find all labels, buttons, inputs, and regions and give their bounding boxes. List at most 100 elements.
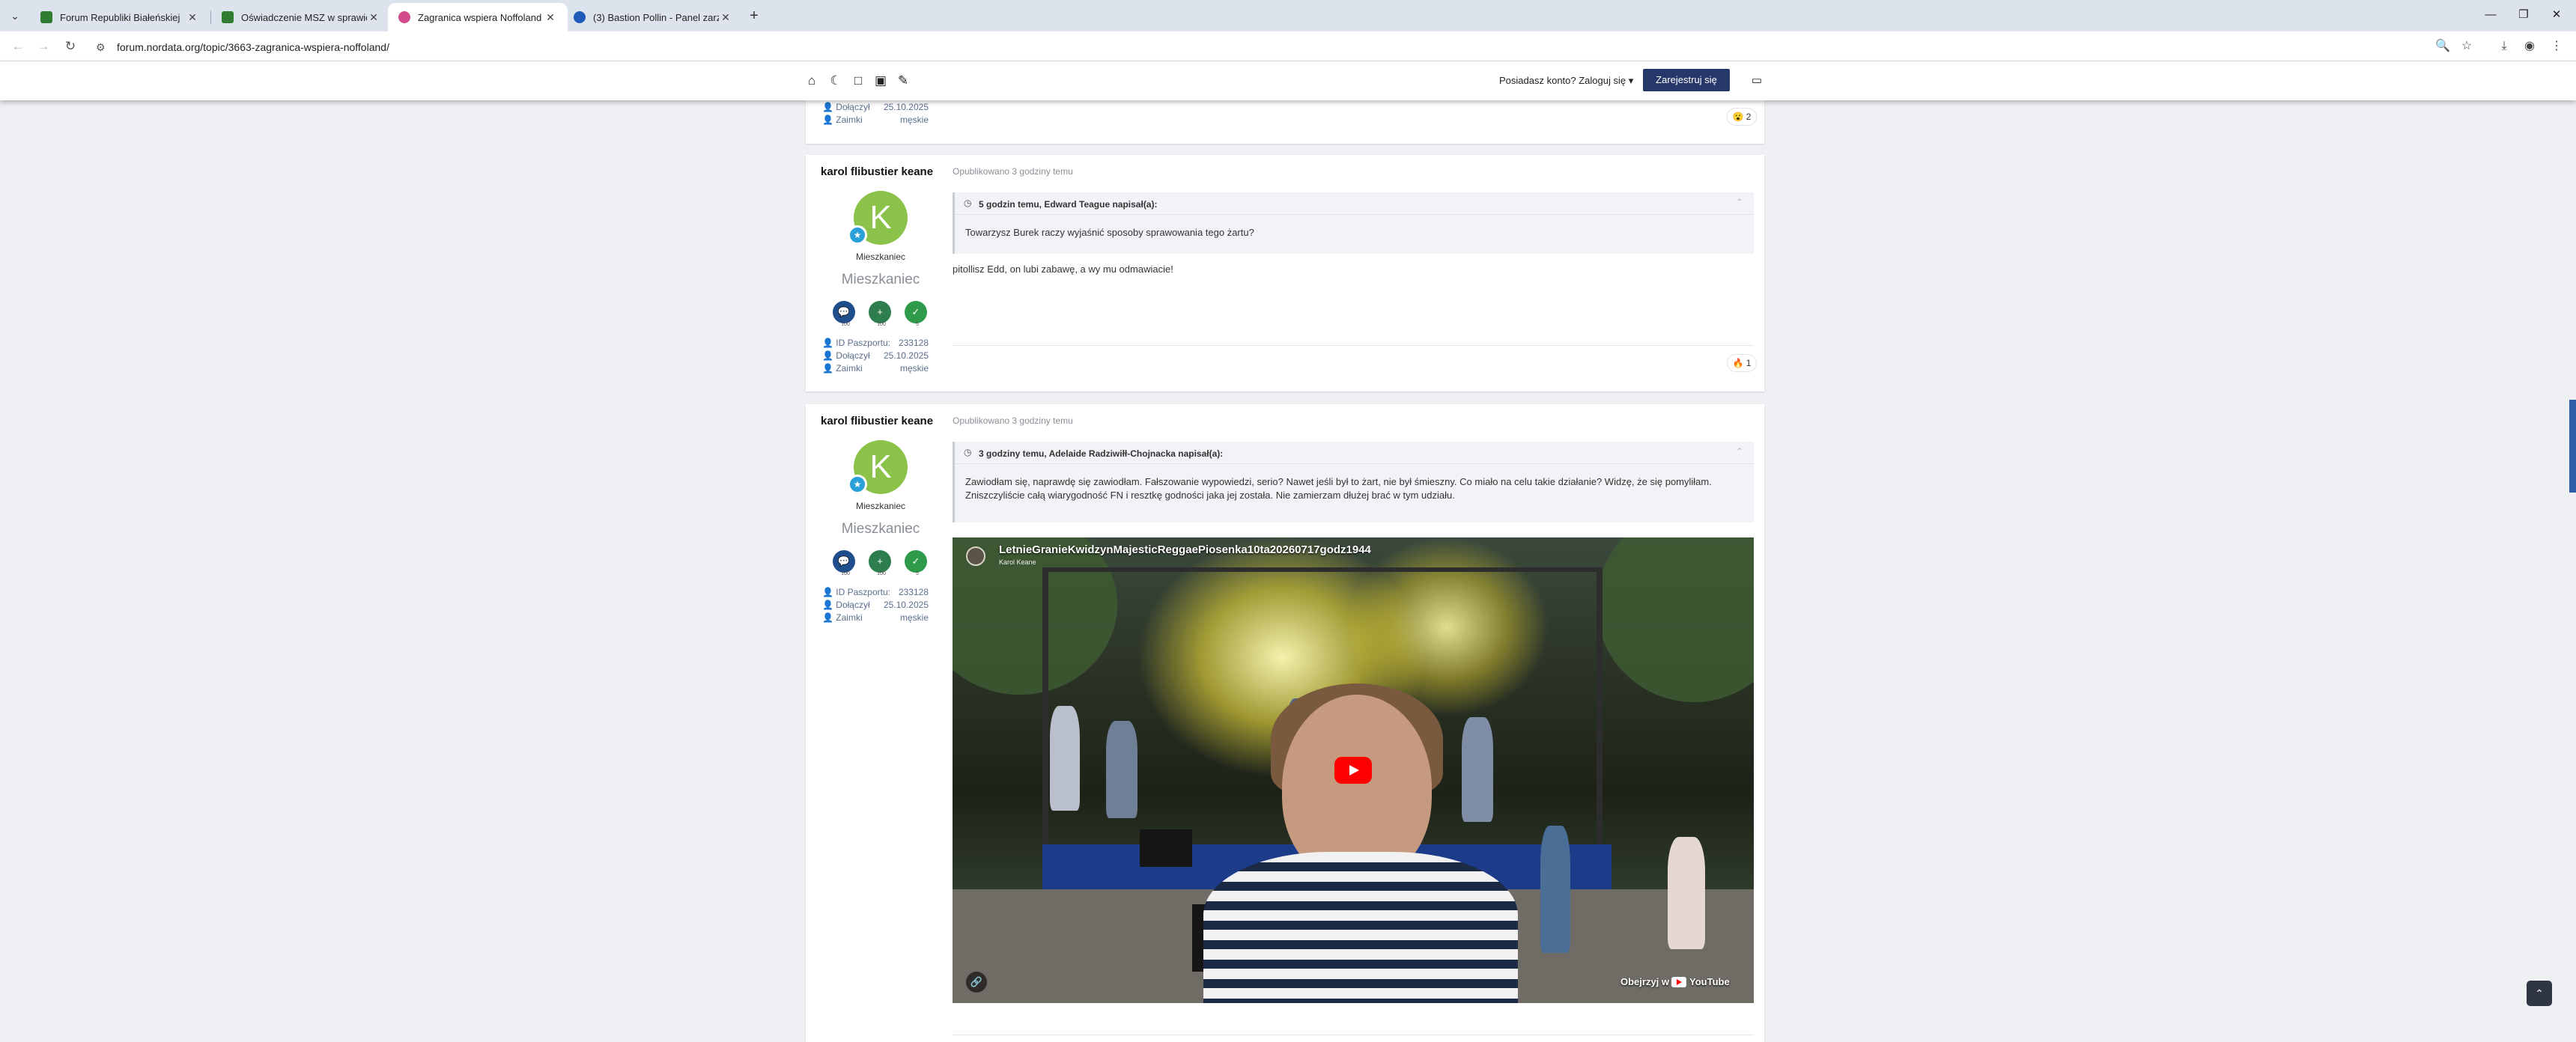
post-date[interactable]: Opublikowano 3 godziny temu xyxy=(953,166,1073,177)
download-icon: ⤓ xyxy=(2501,40,2507,52)
page-scrollbar[interactable] xyxy=(2569,400,2576,493)
badge-count: 100 xyxy=(877,322,886,327)
video-title[interactable]: LetnieGranieKwidzynMajesticReggaePiosenk… xyxy=(999,543,1371,556)
musician-shape xyxy=(1462,717,1493,822)
kebab-menu-icon: ⋮ xyxy=(2551,40,2563,52)
watch-on-label[interactable]: Obejrzyj w xyxy=(1620,976,1669,987)
rank-title: Mieszkaniec xyxy=(855,501,906,511)
browser-tab-active[interactable]: Zagranica wspiera Noffoland - ✕ xyxy=(388,3,568,31)
stat-value: 25.10.2025 xyxy=(883,600,929,610)
login-dropdown[interactable]: Posiadasz konto? Zaloguj się ▾ xyxy=(1499,75,1633,87)
comment-icon[interactable]: 💬 xyxy=(833,550,855,573)
post-fragment: 👤 Dołączył 25.10.2025 👤 Zaimki męskie 😮 … xyxy=(806,100,1764,144)
comment-icon[interactable]: 💬 xyxy=(833,301,855,323)
minimize-button[interactable]: — xyxy=(2474,4,2507,25)
author-name[interactable]: karol flibustier keane xyxy=(821,165,933,178)
home-button[interactable]: ⌂ xyxy=(803,72,821,90)
stat-value: 25.10.2025 xyxy=(883,102,929,112)
browser-tab-strip: ⌄ Forum Republiki Białeńskiej ✕ Oświadcz… xyxy=(0,0,2576,31)
theme-button[interactable]: ☾ xyxy=(827,72,845,90)
quote-block: ◷ 3 godziny temu, Adelaide Radziwiłł-Cho… xyxy=(953,442,1754,522)
close-icon[interactable]: ✕ xyxy=(719,11,732,24)
downloads-button[interactable]: ⤓ xyxy=(2495,37,2513,55)
site-info-icon[interactable]: ⚙ xyxy=(96,41,106,54)
reaction-emoji: 🔥 xyxy=(1732,358,1744,368)
check-icon[interactable]: ✓ xyxy=(905,550,927,573)
browser-tab[interactable]: Forum Republiki Białeńskiej ✕ xyxy=(30,3,210,31)
square-icon: □ xyxy=(854,73,863,88)
chevron-down-icon: ⌄ xyxy=(10,10,19,22)
star-icon: ☆ xyxy=(2461,40,2473,52)
stat-value: męskie xyxy=(899,612,929,623)
browser-menu-button[interactable]: ⋮ xyxy=(2548,37,2566,55)
reload-button[interactable]: ↻ xyxy=(61,37,79,55)
stat-value: 233128 xyxy=(898,587,929,597)
site-favicon-icon xyxy=(398,11,410,23)
stat-value: męskie xyxy=(899,115,929,125)
check-icon[interactable]: ✓ xyxy=(905,301,927,323)
new-tab-button[interactable]: + xyxy=(745,7,763,25)
layout-button[interactable]: □ xyxy=(849,72,867,90)
bookmark-button[interactable]: ☆ xyxy=(2458,37,2476,55)
stat-label: 👤 ID Paszportu: xyxy=(822,587,890,597)
profile-icon: ◉ xyxy=(2524,40,2535,52)
forward-button[interactable]: → xyxy=(34,37,52,55)
stage-truss xyxy=(1042,567,1603,572)
rank-title: Mieszkaniec xyxy=(855,252,906,262)
plus-icon[interactable]: + xyxy=(869,301,891,323)
browser-tab[interactable]: Oświadczenie MSZ w sprawie N ✕ xyxy=(211,3,391,31)
reaction-count: 2 xyxy=(1746,112,1752,122)
reaction-badge[interactable]: 😮 2 xyxy=(1727,108,1757,126)
zoom-button[interactable]: 🔍 xyxy=(2434,37,2452,55)
stage-truss xyxy=(1597,567,1603,852)
link-icon[interactable]: 🔗 xyxy=(966,972,987,993)
brush-button[interactable]: ✎ xyxy=(894,72,912,90)
collapse-icon[interactable]: ⌃ xyxy=(1736,197,1743,207)
achievement-badges: 💬 100 + 100 ✓ 5 xyxy=(833,550,938,580)
collapse-icon[interactable]: ⌃ xyxy=(1736,446,1743,457)
rank-name: Mieszkaniec xyxy=(841,272,920,287)
youtube-logo-icon[interactable] xyxy=(1671,977,1686,987)
close-icon[interactable]: ✕ xyxy=(367,11,380,24)
profile-button[interactable]: ◉ xyxy=(2521,37,2539,55)
tab-title: Forum Republiki Białeńskiej xyxy=(60,11,180,23)
close-window-button[interactable]: ✕ xyxy=(2540,4,2573,25)
home-icon: ⌂ xyxy=(807,73,816,88)
post-date[interactable]: Opublikowano 3 godziny temu xyxy=(953,415,1073,426)
plus-icon[interactable]: + xyxy=(869,550,891,573)
maximize-button[interactable]: ❐ xyxy=(2507,4,2540,25)
stat-row: 👤 Dołączył 25.10.2025 xyxy=(822,102,1000,115)
forum-favicon-icon xyxy=(222,11,234,23)
author-name[interactable]: karol flibustier keane xyxy=(821,415,933,427)
quote-citation[interactable]: 3 godziny temu, Adelaide Radziwiłł-Chojn… xyxy=(979,448,1223,459)
scroll-to-top-button[interactable]: ⌃ xyxy=(2527,981,2552,1006)
close-window-icon: ✕ xyxy=(2551,8,2562,21)
back-button[interactable]: ← xyxy=(9,37,27,55)
bastion-favicon-icon xyxy=(574,11,586,23)
close-icon[interactable]: ✕ xyxy=(186,11,199,24)
minimize-icon: — xyxy=(2485,8,2497,21)
play-button[interactable] xyxy=(1334,757,1372,784)
quote-header: ◷ 3 godziny temu, Adelaide Radziwiłł-Cho… xyxy=(955,442,1754,464)
tab-search-button[interactable]: ⌄ xyxy=(6,7,24,25)
address-bar[interactable]: ⚙ forum.nordata.org/topic/3663-zagranica… xyxy=(90,36,2441,58)
clock-icon: ◷ xyxy=(964,198,972,208)
browser-tab[interactable]: (3) Bastion Pollin - Panel zarząd ✕ xyxy=(563,3,743,31)
youtube-embed[interactable]: LetnieGranieKwidzynMajesticReggaePiosenk… xyxy=(953,537,1754,1003)
reaction-badge[interactable]: 🔥 1 xyxy=(1727,354,1757,372)
layout-toggle-button[interactable]: ▭ xyxy=(1748,72,1766,90)
quote-citation[interactable]: 5 godzin temu, Edward Teague napisał(a): xyxy=(979,199,1157,210)
channel-avatar[interactable] xyxy=(966,546,985,566)
musician-shape xyxy=(1106,721,1137,818)
youtube-logo-text[interactable]: YouTube xyxy=(1689,976,1730,987)
video-channel[interactable]: Karol Keane xyxy=(999,558,1036,566)
forum-post: karol flibustier keane K ★ Mieszkaniec M… xyxy=(806,404,1764,1042)
tab-title: Zagranica wspiera Noffoland - xyxy=(418,11,544,23)
register-button[interactable]: Zarejestruj się xyxy=(1643,69,1730,91)
stat-label: 👤 Dołączył xyxy=(822,600,870,610)
close-icon[interactable]: ✕ xyxy=(544,11,557,24)
layout-toggle-icon: ▭ xyxy=(1751,74,1763,87)
image-button[interactable]: ▣ xyxy=(872,72,890,90)
browser-toolbar: ← → ↻ ⚙ forum.nordata.org/topic/3663-zag… xyxy=(0,31,2576,61)
quote-header: ◷ 5 godzin temu, Edward Teague napisał(a… xyxy=(955,192,1754,215)
